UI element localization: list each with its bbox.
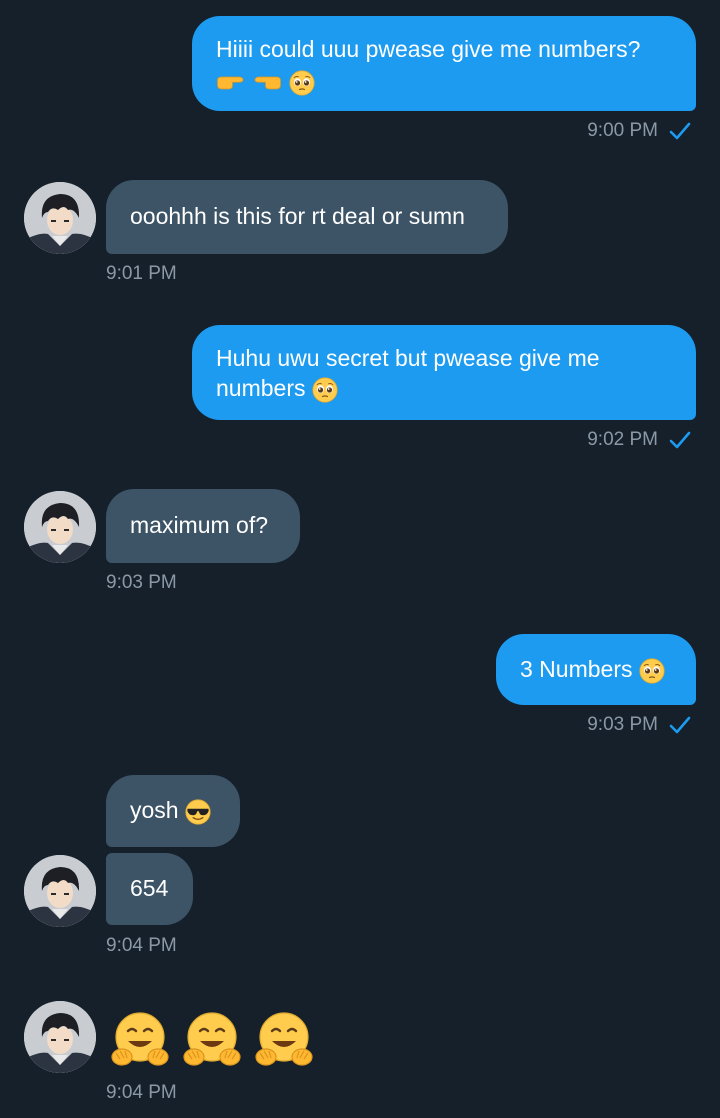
read-check-icon — [668, 713, 692, 737]
pleading-face-icon — [312, 377, 338, 403]
message-text: 654 — [130, 875, 169, 901]
outgoing-message-bubble[interactable]: Huhu uwu secret but pwease give me numbe… — [192, 325, 696, 420]
avatar[interactable] — [24, 491, 96, 563]
incoming-message-bubble[interactable]: 654 — [106, 853, 193, 925]
message-text: maximum of? — [130, 512, 269, 538]
message-text: ooohhh is this for rt deal or sumn — [130, 203, 465, 229]
message-text: numbers — [216, 375, 306, 401]
read-check-icon — [668, 428, 692, 452]
timestamp: 9:02 PM — [587, 429, 658, 450]
message-text: Huhu uwu secret but pwease give me — [216, 345, 600, 371]
profile-photo — [24, 855, 96, 927]
message-text: Hiiii could uuu pwease give me numbers? — [216, 36, 641, 62]
timestamp: 9:03 PM — [587, 714, 658, 735]
timestamp-row: 9:02 PM — [587, 428, 692, 452]
profile-photo — [24, 1001, 96, 1073]
emoji-only-message[interactable] — [108, 1009, 316, 1073]
read-check-icon — [668, 119, 692, 143]
sunglasses-face-icon — [185, 799, 211, 825]
message-text: yosh — [130, 797, 179, 823]
avatar[interactable] — [24, 855, 96, 927]
point-right-icon — [216, 72, 246, 94]
hugging-face-icon — [108, 1009, 172, 1073]
timestamp: 9:04 PM — [106, 1082, 177, 1103]
profile-photo — [24, 491, 96, 563]
incoming-message-bubble[interactable]: ooohhh is this for rt deal or sumn — [106, 180, 508, 254]
outgoing-message-bubble[interactable]: Hiiii could uuu pwease give me numbers? — [192, 16, 696, 111]
message-text: 3 Numbers — [520, 656, 633, 682]
avatar[interactable] — [24, 182, 96, 254]
pleading-face-icon — [289, 70, 315, 96]
incoming-message-bubble[interactable]: yosh — [106, 775, 240, 847]
timestamp-row: 9:03 PM — [587, 713, 692, 737]
point-left-icon — [252, 72, 282, 94]
pleading-face-icon — [639, 658, 665, 684]
timestamp: 9:04 PM — [106, 935, 177, 956]
timestamp-row: 9:00 PM — [587, 119, 692, 143]
hugging-face-icon — [180, 1009, 244, 1073]
profile-photo — [24, 182, 96, 254]
timestamp: 9:03 PM — [106, 572, 177, 593]
timestamp: 9:01 PM — [106, 263, 177, 284]
hugging-face-icon — [252, 1009, 316, 1073]
avatar[interactable] — [24, 1001, 96, 1073]
incoming-message-bubble[interactable]: maximum of? — [106, 489, 300, 563]
outgoing-message-bubble[interactable]: 3 Numbers — [496, 634, 696, 705]
timestamp: 9:00 PM — [587, 120, 658, 141]
